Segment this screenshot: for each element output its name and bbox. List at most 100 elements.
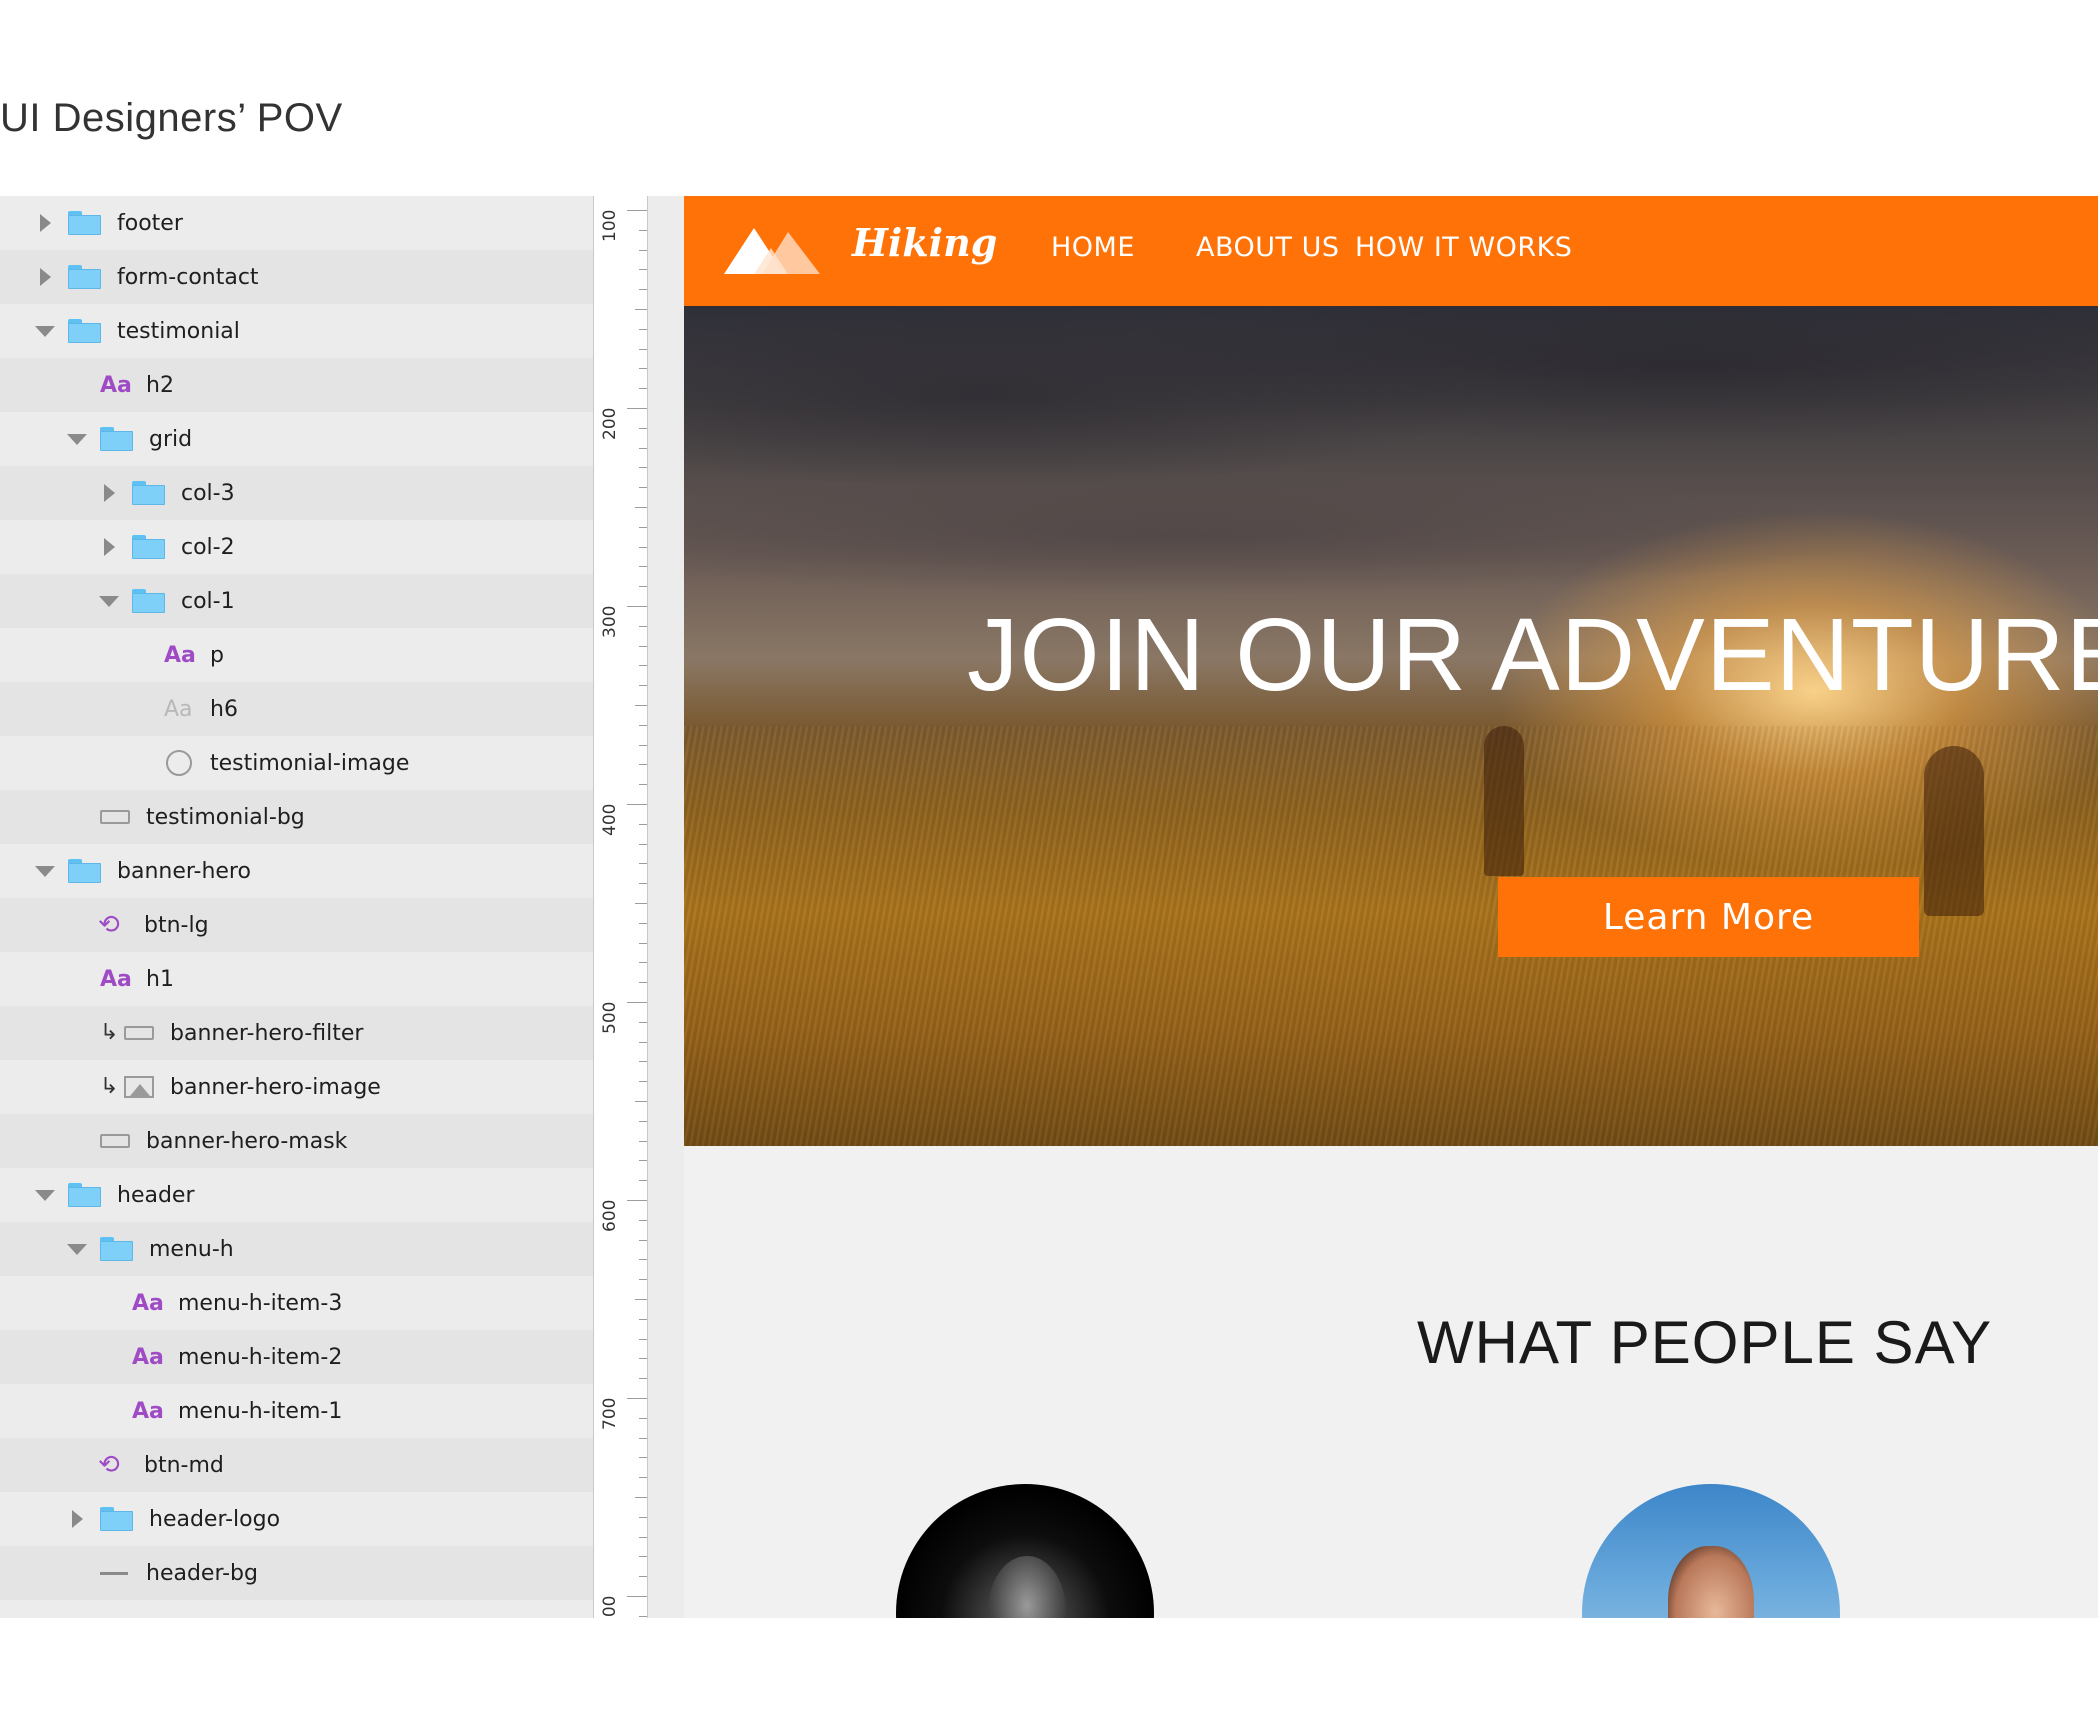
disclosure-right-icon[interactable] [30,208,60,238]
disclosure-right-icon[interactable] [30,262,60,292]
ruler-tick [639,1437,647,1439]
page-caption: UI Designers’ POV [0,96,343,140]
disclosure-down-icon[interactable] [30,856,60,886]
ruler-tick [635,903,647,904]
hero-person-silhouette [1484,726,1524,876]
layer-label: header [117,1182,195,1208]
ruler-tick [639,1160,647,1162]
disclosure-right-icon[interactable] [94,532,124,562]
ruler-tick [639,1457,647,1459]
layer-label: menu-h-item-3 [178,1290,343,1316]
layer-label: btn-lg [144,912,209,938]
image-icon [124,1076,154,1098]
layer-row[interactable]: footer [0,196,593,250]
ruler-tick [639,843,647,845]
layer-row[interactable]: header-logo [0,1492,593,1546]
folder-icon [68,1183,101,1207]
ruler-label: 800 [600,1595,620,1618]
layer-row[interactable]: header-bg [0,1546,593,1600]
layer-row[interactable]: Aa p [0,628,593,682]
layer-label: menu-h-item-2 [178,1344,343,1370]
layer-label: form-contact [117,264,259,290]
oval-icon [166,750,192,776]
layer-row[interactable]: col-2 [0,520,593,574]
logo-text[interactable]: Hiking [852,220,997,265]
disclosure-down-icon[interactable] [62,1234,92,1264]
layer-row[interactable]: grid [0,412,593,466]
layer-row[interactable]: menu-h [0,1222,593,1276]
nav-home[interactable]: HOME [1051,232,1135,263]
layer-row[interactable]: Aa menu-h-item-1 [0,1384,593,1438]
layer-row[interactable]: Aa menu-h-item-2 [0,1330,593,1384]
layer-row[interactable]: Aa h2 [0,358,593,412]
layer-row[interactable]: ↳ banner-hero-image [0,1060,593,1114]
text-layer-icon: Aa [100,966,132,992]
ruler-label: 300 [600,605,620,638]
testimonial-face [1668,1546,1754,1618]
layer-label: footer [117,210,183,236]
ruler-label: 700 [600,1397,620,1430]
ruler-label: 200 [600,407,620,440]
layer-label: header-bg [146,1560,258,1586]
text-layer-icon: Aa [132,1398,164,1424]
layer-label: testimonial-bg [146,804,305,830]
layer-label: menu-h-item-1 [178,1398,343,1424]
text-layer-icon: Aa [164,642,196,668]
disclosure-down-icon[interactable] [30,1180,60,1210]
folder-icon [132,481,165,505]
layer-label: grid [149,426,193,452]
ruler-tick [639,645,647,647]
ruler-tick [639,1556,647,1558]
text-layer-icon: Aa [100,372,132,398]
layer-label: testimonial [117,318,240,344]
disclosure-down-icon[interactable] [62,424,92,454]
ruler-tick [635,507,647,508]
layer-row[interactable]: banner-hero-mask [0,1114,593,1168]
ruler-tick [639,249,647,251]
ruler-tick [627,1200,647,1201]
folder-icon [68,265,101,289]
layer-row[interactable]: ⟲ btn-lg [0,898,593,952]
layer-row[interactable]: testimonial [0,304,593,358]
artboard[interactable]: Hiking HOME ABOUT US HOW IT WORKS JOIN O… [684,196,2098,1618]
ruler-tick [639,368,647,370]
ruler-tick [627,1002,647,1003]
disclosure-down-icon[interactable] [30,316,60,346]
layers-panel: footer form-contact testimonial Aa h2 grid col… [0,196,593,1618]
ruler-tick [639,922,647,924]
learn-more-button[interactable]: Learn More [1498,877,1919,957]
disclosure-right-icon[interactable] [94,478,124,508]
layer-row[interactable]: header [0,1168,593,1222]
layer-row[interactable]: col-1 [0,574,593,628]
layer-row[interactable]: Aa menu-h-item-3 [0,1276,593,1330]
layer-row[interactable]: col-3 [0,466,593,520]
ruler-tick [639,784,647,786]
layer-row[interactable]: Aa h1 [0,952,593,1006]
nav-about-us[interactable]: ABOUT US [1196,232,1340,263]
layer-row[interactable]: testimonial-image [0,736,593,790]
layer-row[interactable]: form-contact [0,250,593,304]
ruler-tick [639,1516,647,1518]
ruler-tick [639,1180,647,1182]
layer-row[interactable]: ↳ banner-hero-filter [0,1006,593,1060]
ruler-tick [639,467,647,469]
text-layer-icon: Aa [132,1344,164,1370]
disclosure-right-icon[interactable] [62,1504,92,1534]
vertical-ruler: 100 200 300 400 500 600 700 800 [593,196,648,1618]
layer-row[interactable]: banner-hero [0,844,593,898]
testimonial-title: WHAT PEOPLE SAY [1417,1309,1993,1376]
ruler-tick [639,1279,647,1281]
layer-row[interactable]: Aa h6 [0,682,593,736]
disclosure-down-icon[interactable] [94,586,124,616]
layer-row[interactable]: testimonial-bg [0,790,593,844]
hero-title-text: JOIN OUR ADVENTURE [967,597,2098,712]
nav-how-it-works[interactable]: HOW IT WORKS [1355,232,1572,263]
layer-row[interactable]: ⟲ btn-md [0,1438,593,1492]
ruler-label: 100 [600,209,620,242]
